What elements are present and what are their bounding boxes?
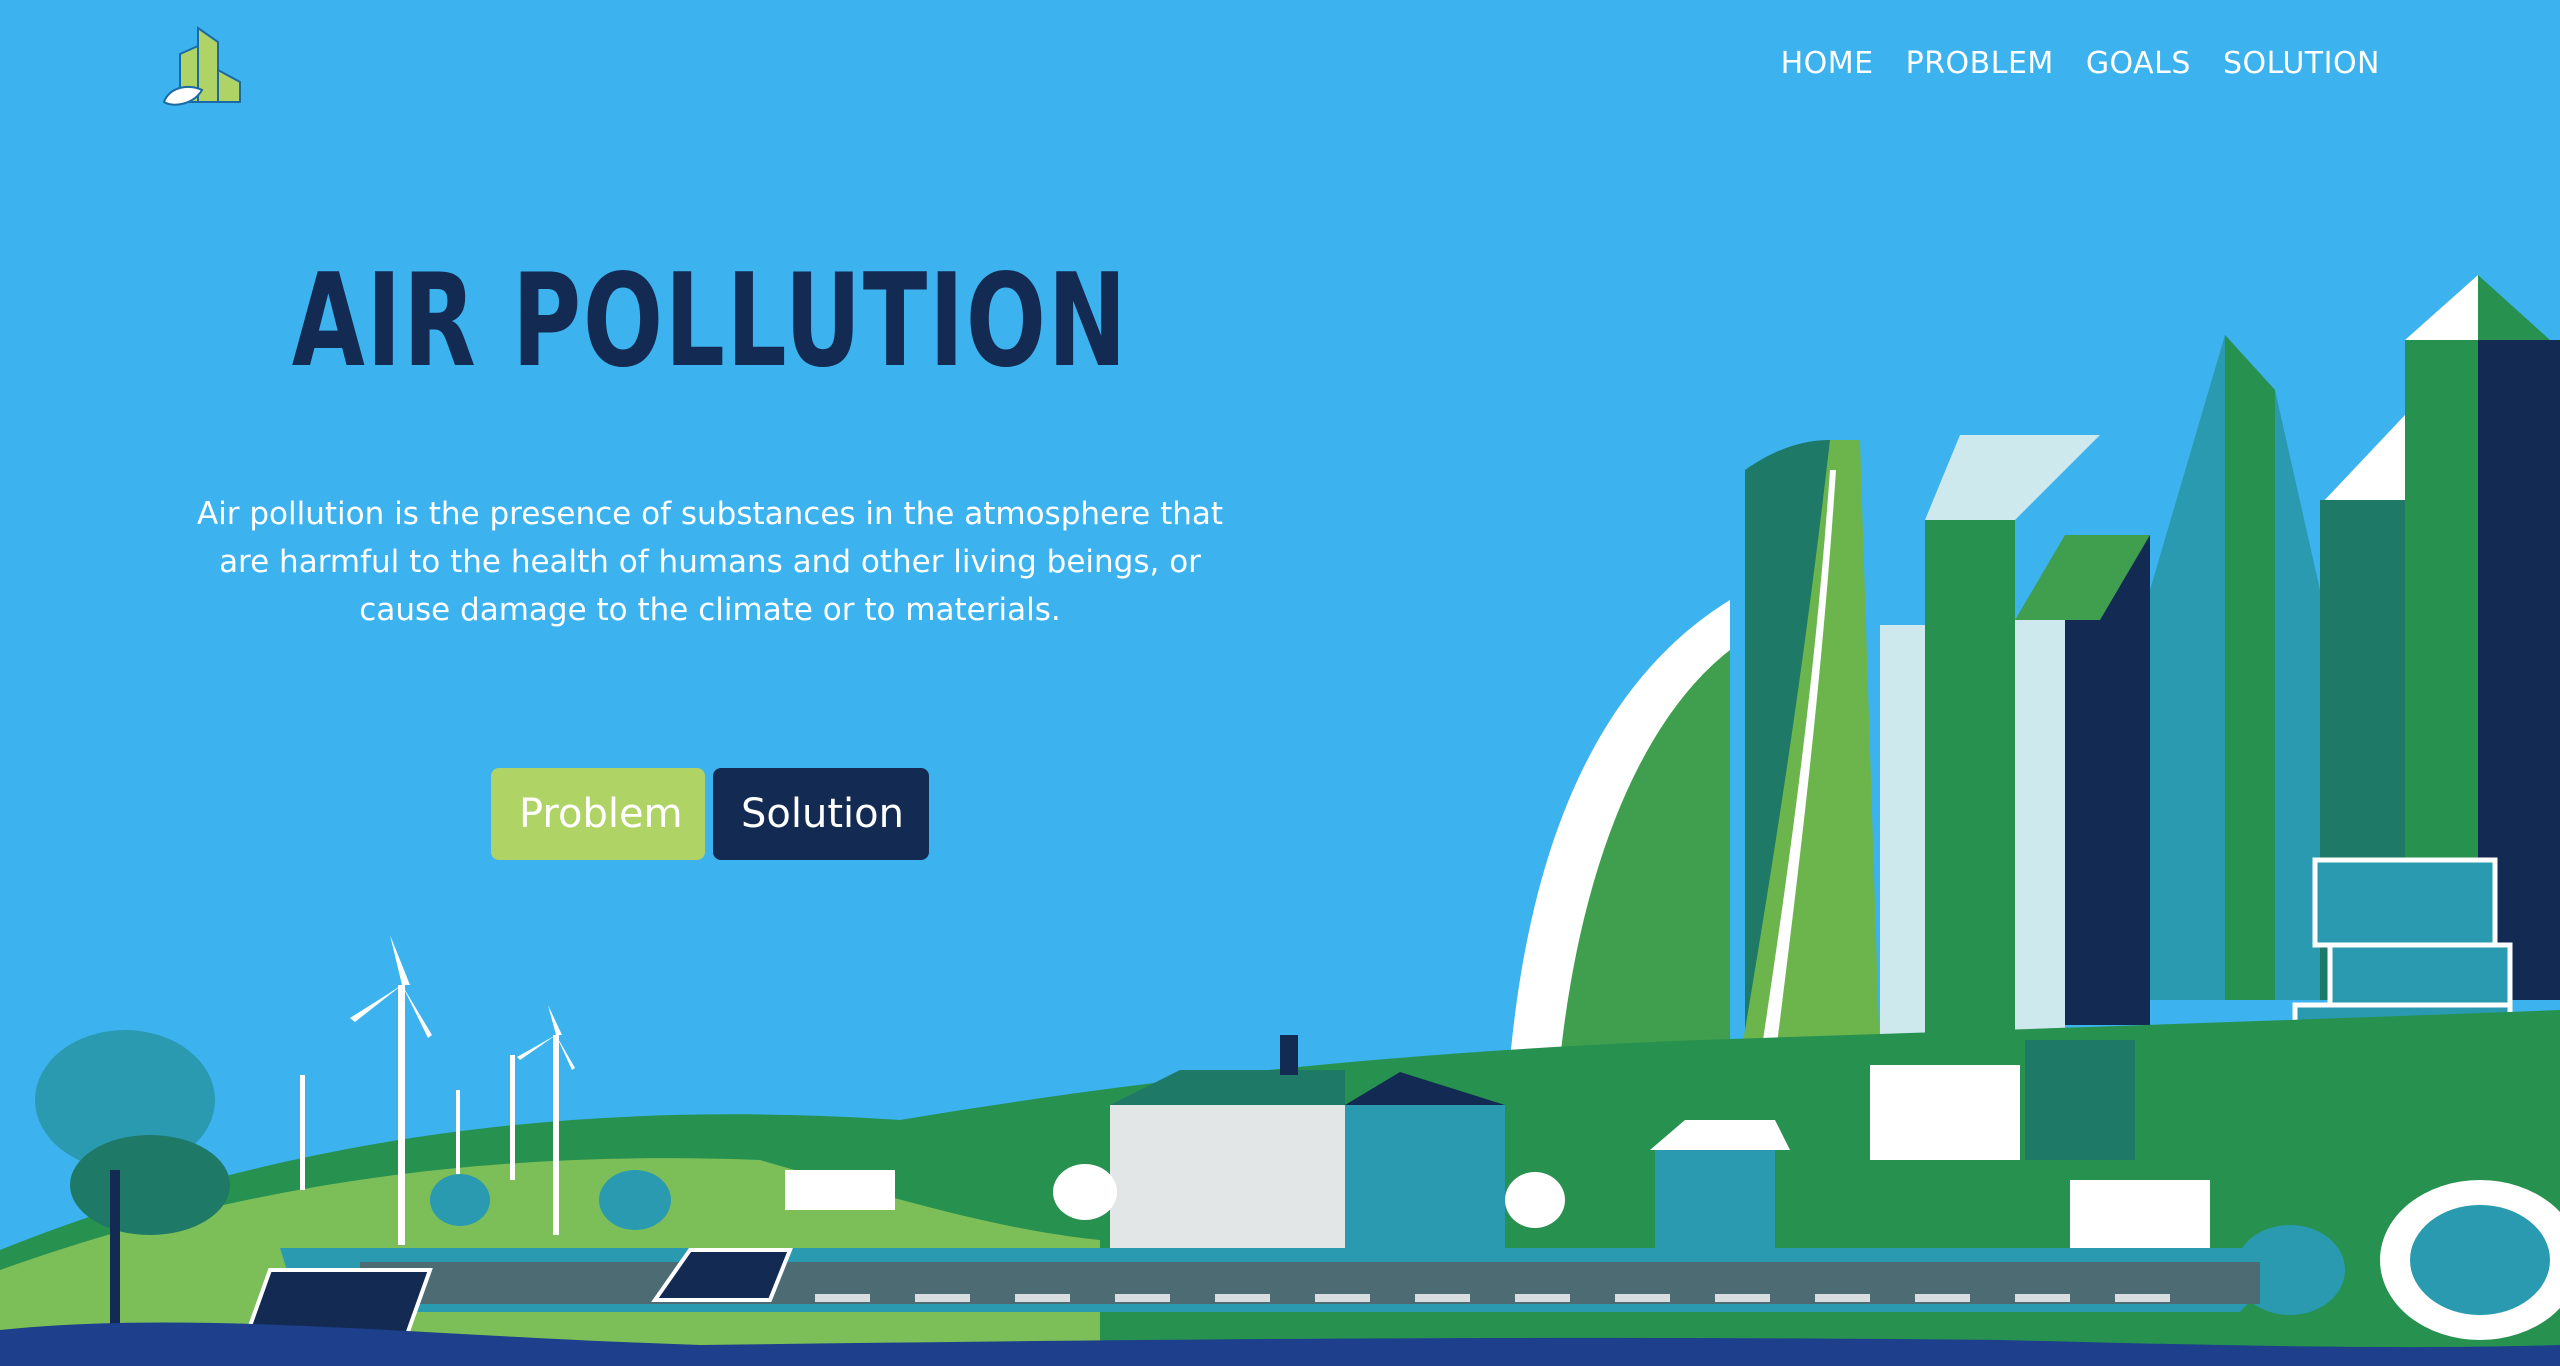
skyscrapers xyxy=(1510,275,2560,1093)
problem-button[interactable]: Problem xyxy=(491,768,705,860)
hero-description: Air pollution is the presence of substan… xyxy=(196,496,1224,628)
solution-button[interactable]: Solution xyxy=(713,768,929,860)
city-illustration xyxy=(0,275,2560,1366)
page-title: AIR POLLUTION xyxy=(291,247,1129,396)
